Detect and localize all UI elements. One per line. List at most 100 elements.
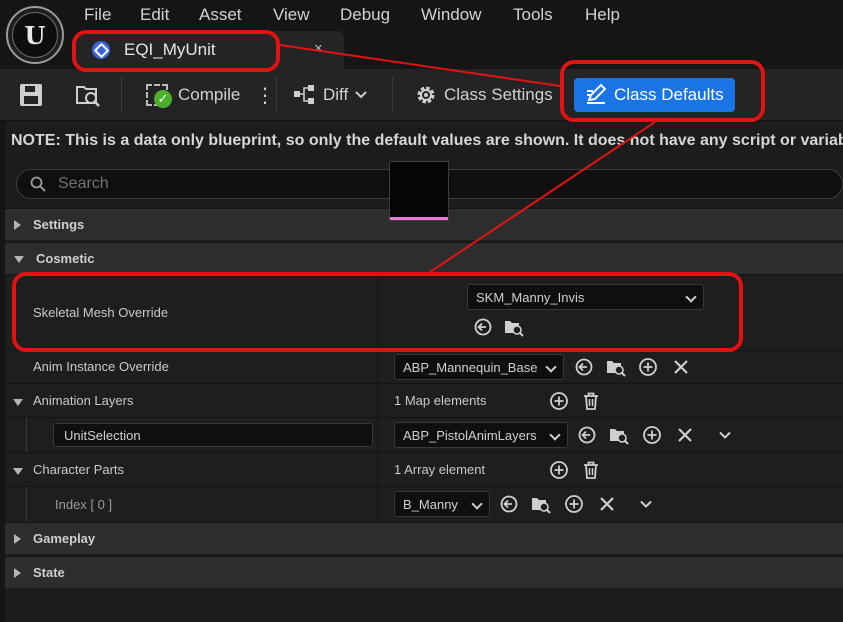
add-element-icon[interactable]: [549, 391, 569, 411]
gear-icon: [417, 86, 435, 104]
animation-layer-element: UnitSelection ABP_PistolAnimLayers: [5, 417, 843, 453]
column-divider[interactable]: [377, 384, 378, 417]
collapse-arrow-icon: [14, 256, 24, 263]
array-count: 1 Array element: [394, 462, 486, 477]
character-part-element: Index [ 0 ] B_Manny: [5, 486, 843, 522]
diff-icon: [294, 85, 314, 104]
column-divider[interactable]: [377, 487, 378, 521]
property-anim-instance-override: Anim Instance Override ABP_Mannequin_Bas…: [5, 350, 843, 383]
menu-asset[interactable]: Asset: [199, 5, 242, 25]
tab-eqi-myunit[interactable]: EQI_MyUnit ×: [76, 31, 344, 69]
menu-bar: File Edit Asset View Debug Window Tools …: [0, 0, 843, 32]
browse-asset-icon[interactable]: [606, 357, 626, 377]
toolbar-divider: [121, 77, 122, 113]
find-in-browser-icon: [76, 86, 100, 107]
class-defaults-button[interactable]: Class Defaults: [574, 78, 735, 112]
tab-title: EQI_MyUnit: [124, 40, 216, 59]
category-cosmetic[interactable]: Cosmetic: [5, 242, 843, 274]
chevron-down-icon: [355, 91, 367, 99]
clear-icon[interactable]: [671, 357, 691, 377]
add-icon[interactable]: [638, 357, 658, 377]
edit-defaults-icon: [587, 83, 607, 104]
trash-icon[interactable]: [581, 460, 601, 480]
map-count: 1 Map elements: [394, 393, 487, 408]
clear-icon[interactable]: [597, 494, 617, 514]
chevron-down-icon: [545, 361, 557, 373]
menu-tools[interactable]: Tools: [513, 5, 553, 25]
collapse-arrow-icon[interactable]: [13, 468, 23, 475]
use-selected-icon[interactable]: [473, 317, 493, 337]
compile-label: Compile: [178, 85, 241, 104]
tree-guide-line: [26, 418, 27, 453]
map-key-input[interactable]: UnitSelection: [53, 423, 373, 447]
anim-instance-value: ABP_Mannequin_Base: [403, 359, 538, 375]
chevron-down-icon[interactable]: [636, 494, 656, 514]
clear-icon[interactable]: [675, 425, 695, 445]
expand-arrow-icon: [14, 567, 21, 578]
add-icon[interactable]: [564, 494, 584, 514]
skeletal-mesh-picker[interactable]: SKM_Manny_Invis: [467, 284, 704, 310]
use-selected-icon[interactable]: [574, 357, 594, 377]
trash-icon[interactable]: [581, 391, 601, 411]
menu-edit[interactable]: Edit: [140, 5, 169, 25]
use-selected-icon[interactable]: [577, 425, 597, 445]
menu-view[interactable]: View: [273, 5, 310, 25]
browse-asset-icon[interactable]: [504, 317, 524, 337]
category-gameplay[interactable]: Gameplay: [5, 522, 843, 554]
compile-options-button[interactable]: ⋮: [255, 79, 275, 111]
add-icon[interactable]: [642, 425, 662, 445]
logo-letter: U: [12, 12, 58, 58]
menu-window[interactable]: Window: [421, 5, 481, 25]
menu-debug[interactable]: Debug: [340, 5, 390, 25]
chevron-down-icon: [685, 291, 697, 303]
anim-layer-value: ABP_PistolAnimLayers: [403, 427, 537, 443]
close-icon[interactable]: ×: [314, 40, 323, 57]
chevron-down-icon: [549, 429, 561, 441]
browse-asset-icon[interactable]: [609, 425, 629, 445]
column-divider[interactable]: [377, 418, 378, 452]
expand-arrow-icon: [14, 533, 21, 544]
chevron-down-icon[interactable]: [715, 425, 735, 445]
property-label: Animation Layers: [33, 393, 134, 408]
unreal-logo-icon[interactable]: U: [6, 6, 64, 64]
column-divider[interactable]: [377, 275, 378, 350]
category-label: Cosmetic: [36, 251, 95, 266]
save-button[interactable]: [20, 79, 46, 111]
class-settings-label: Class Settings: [444, 85, 553, 104]
toolbar-divider: [392, 77, 393, 113]
compile-button[interactable]: ✓ Compile: [146, 79, 240, 111]
class-defaults-label: Class Defaults: [614, 85, 724, 104]
column-divider[interactable]: [377, 351, 378, 383]
anim-instance-picker[interactable]: ABP_Mannequin_Base: [394, 354, 564, 380]
toolbar-divider: [276, 77, 277, 113]
chevron-down-icon: [471, 498, 483, 510]
tree-guide-line: [26, 487, 27, 522]
menu-help[interactable]: Help: [585, 5, 620, 25]
skeletal-mesh-value: SKM_Manny_Invis: [476, 289, 585, 305]
expand-arrow-icon: [14, 219, 21, 230]
diff-button[interactable]: Diff: [292, 79, 368, 111]
category-state[interactable]: State: [5, 556, 843, 588]
category-label: Gameplay: [33, 531, 96, 546]
property-label: Anim Instance Override: [33, 359, 169, 374]
class-settings-button[interactable]: Class Settings: [414, 79, 553, 111]
browse-asset-button[interactable]: [74, 79, 104, 111]
column-divider[interactable]: [377, 453, 378, 486]
diff-label: Diff: [323, 85, 349, 104]
menu-file[interactable]: File: [84, 5, 111, 25]
use-selected-icon[interactable]: [499, 494, 519, 514]
save-icon: [20, 84, 42, 106]
compile-icon: ✓: [146, 82, 172, 108]
blueprint-icon: [92, 41, 110, 59]
browse-asset-icon[interactable]: [531, 494, 551, 514]
property-character-parts: Character Parts 1 Array element: [5, 452, 843, 486]
property-animation-layers: Animation Layers 1 Map elements: [5, 383, 843, 417]
add-element-icon[interactable]: [549, 460, 569, 480]
property-skeletal-mesh-override: Skeletal Mesh Override SKM_Manny_Invis: [5, 274, 843, 350]
collapse-arrow-icon[interactable]: [13, 399, 23, 406]
property-label: Skeletal Mesh Override: [33, 305, 169, 320]
category-label: Settings: [33, 217, 85, 232]
character-part-picker[interactable]: B_Manny: [394, 491, 490, 517]
anim-layer-picker[interactable]: ABP_PistolAnimLayers: [394, 422, 568, 448]
mesh-thumbnail[interactable]: [389, 161, 449, 221]
